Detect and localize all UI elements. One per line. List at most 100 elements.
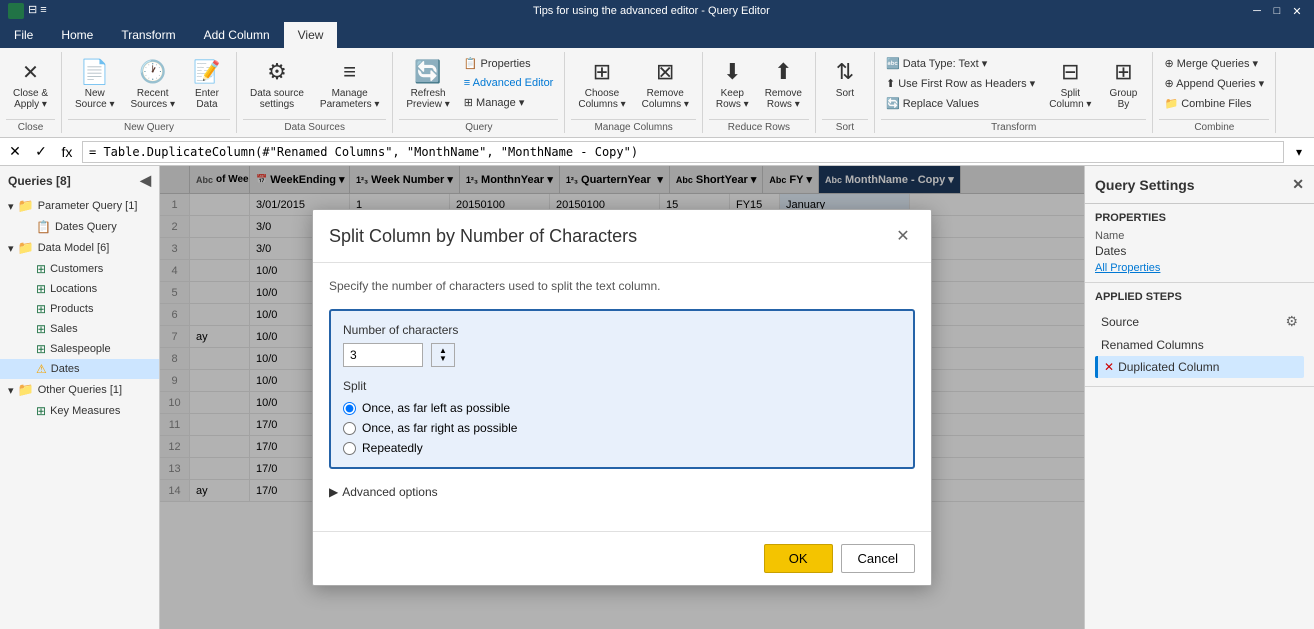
spinner-down[interactable]: ▼: [439, 355, 447, 363]
sort-button[interactable]: ⇅ Sort: [822, 52, 868, 103]
sidebar-item-dates[interactable]: ⚠ Dates: [0, 359, 159, 379]
step-duplicated-column[interactable]: ✕ Duplicated Column: [1095, 356, 1304, 378]
all-properties-link[interactable]: All Properties: [1095, 262, 1304, 274]
ok-button[interactable]: OK: [764, 544, 833, 573]
combine-files-button[interactable]: 📁 Combine Files: [1159, 94, 1269, 113]
data-source-settings-button[interactable]: ⚙ Data sourcesettings: [243, 52, 311, 114]
group-by-button[interactable]: ⊞ GroupBy: [1100, 52, 1146, 114]
name-prop-label: Name: [1095, 230, 1304, 242]
sidebar-group-other-label: Other Queries [1]: [38, 384, 122, 396]
main-area: Queries [8] ◀ ▾ 📁 Parameter Query [1] 📋 …: [0, 166, 1314, 629]
radio-repeatedly-input[interactable]: [343, 442, 356, 455]
step-delete-icon[interactable]: ✕: [1104, 360, 1114, 374]
advanced-editor-button[interactable]: ≡ Advanced Editor: [459, 74, 559, 92]
radio-once-right-input[interactable]: [343, 422, 356, 435]
cancel-button[interactable]: Cancel: [841, 544, 915, 573]
data-model-folder-icon: 📁: [18, 240, 34, 256]
formula-cancel-button[interactable]: ✕: [4, 141, 26, 163]
tab-view[interactable]: View: [284, 22, 338, 48]
enter-data-button[interactable]: 📝 EnterData: [184, 52, 230, 114]
sidebar-group-data-model-header[interactable]: ▾ 📁 Data Model [6]: [0, 237, 159, 259]
modal-config-section: Number of characters ▲ ▼ Split: [329, 309, 915, 469]
query-group-label: Query: [399, 119, 558, 133]
radio-once-left[interactable]: Once, as far left as possible: [343, 401, 901, 415]
num-chars-input[interactable]: [343, 343, 423, 367]
sidebar-group-parameter: ▾ 📁 Parameter Query [1] 📋 Dates Query: [0, 195, 159, 237]
radio-once-right[interactable]: Once, as far right as possible: [343, 421, 901, 435]
num-chars-label: Number of characters: [343, 323, 901, 337]
tab-add-column[interactable]: Add Column: [190, 22, 284, 48]
sidebar: Queries [8] ◀ ▾ 📁 Parameter Query [1] 📋 …: [0, 166, 160, 629]
ribbon-group-manage-columns: ⊞ ChooseColumns ▾ ⊠ RemoveColumns ▾ Mana…: [565, 52, 703, 133]
tab-home[interactable]: Home: [47, 22, 107, 48]
data-source-settings-icon: ⚙: [261, 56, 293, 88]
sidebar-item-key-measures[interactable]: ⊞ Key Measures: [0, 401, 159, 421]
data-type-button[interactable]: 🔤 Data Type: Text ▾: [881, 54, 1040, 73]
title-bar-menu[interactable]: ⊟ ≡: [28, 3, 47, 19]
modal-close-button[interactable]: ✕: [891, 224, 915, 248]
step-renamed-columns[interactable]: Renamed Columns: [1095, 334, 1304, 356]
tab-transform[interactable]: Transform: [107, 22, 189, 48]
sidebar-group-data-model-label: Data Model [6]: [38, 242, 110, 254]
choose-columns-button[interactable]: ⊞ ChooseColumns ▾: [571, 52, 632, 114]
sidebar-item-salespeople[interactable]: ⊞ Salespeople: [0, 339, 159, 359]
sidebar-collapse-button[interactable]: ◀: [140, 172, 151, 189]
formula-expand-button[interactable]: ▾: [1288, 141, 1310, 163]
refresh-preview-button[interactable]: 🔄 RefreshPreview ▾: [399, 52, 456, 114]
recent-sources-button[interactable]: 🕐 RecentSources ▾: [124, 52, 182, 114]
manage-parameters-button[interactable]: ≡ ManageParameters ▾: [313, 52, 386, 114]
step-source[interactable]: Source ⚙: [1095, 309, 1304, 334]
formula-input[interactable]: [82, 141, 1284, 163]
sidebar-item-products[interactable]: ⊞ Products: [0, 299, 159, 319]
grid-area: Abc of Week ▾ 📅 WeekEnding ▾ 1²₃ Week Nu…: [160, 166, 1084, 629]
formula-fx-button[interactable]: fx: [56, 141, 78, 163]
keep-rows-icon: ⬇: [716, 56, 748, 88]
sidebar-item-locations[interactable]: ⊞ Locations: [0, 279, 159, 299]
manage-columns-group-label: Manage Columns: [571, 119, 696, 133]
ribbon-group-close: ✕ Close &Apply ▾ Close: [0, 52, 62, 133]
sidebar-title: Queries [8]: [8, 174, 71, 188]
num-chars-spinner[interactable]: ▲ ▼: [431, 343, 455, 367]
tab-file[interactable]: File: [0, 22, 47, 48]
replace-values-button[interactable]: 🔄 Replace Values: [881, 94, 1040, 113]
remove-columns-button[interactable]: ⊠ RemoveColumns ▾: [635, 52, 696, 114]
keep-rows-button[interactable]: ⬇ KeepRows ▾: [709, 52, 756, 114]
modal-title: Split Column by Number of Characters: [329, 226, 637, 247]
merge-queries-button[interactable]: ⊕ Merge Queries ▾: [1159, 54, 1269, 73]
append-queries-button[interactable]: ⊕ Append Queries ▾: [1159, 74, 1269, 93]
radio-repeatedly[interactable]: Repeatedly: [343, 441, 901, 455]
new-source-button[interactable]: 📄 NewSource ▾: [68, 52, 121, 114]
formula-confirm-button[interactable]: ✓: [30, 141, 52, 163]
radio-once-left-input[interactable]: [343, 402, 356, 415]
split-column-button[interactable]: ⊟ SplitColumn ▾: [1042, 52, 1098, 114]
close-apply-button[interactable]: ✕ Close &Apply ▾: [6, 52, 55, 114]
sidebar-header: Queries [8] ◀: [0, 166, 159, 195]
properties-button[interactable]: 📋 Properties: [459, 54, 559, 73]
step-renamed-columns-label: Renamed Columns: [1101, 338, 1204, 352]
maximize-button[interactable]: □: [1268, 3, 1286, 19]
remove-rows-button[interactable]: ⬆ RemoveRows ▾: [758, 52, 809, 114]
sidebar-group-other-header[interactable]: ▾ 📁 Other Queries [1]: [0, 379, 159, 401]
locations-label: Locations: [50, 283, 97, 295]
advanced-options-label: Advanced options: [342, 485, 437, 499]
step-source-gear[interactable]: ⚙: [1285, 313, 1298, 330]
split-column-modal: Split Column by Number of Characters ✕ S…: [312, 209, 932, 586]
close-window-button[interactable]: ✕: [1288, 3, 1306, 19]
products-label: Products: [50, 303, 93, 315]
sidebar-item-dates-query[interactable]: 📋 Dates Query: [0, 217, 159, 237]
right-panel-close-button[interactable]: ✕: [1292, 176, 1304, 193]
ribbon-group-sort: ⇅ Sort Sort: [816, 52, 875, 133]
manage-button[interactable]: ⊞ Manage ▾: [459, 93, 559, 112]
first-row-headers-button[interactable]: ⬆ Use First Row as Headers ▾: [881, 74, 1040, 93]
sidebar-item-customers[interactable]: ⊞ Customers: [0, 259, 159, 279]
reduce-rows-group-label: Reduce Rows: [709, 119, 809, 133]
new-source-icon: 📄: [79, 56, 111, 88]
minimize-button[interactable]: ─: [1248, 3, 1266, 19]
advanced-options-toggle[interactable]: ▶ Advanced options: [329, 485, 915, 499]
sidebar-group-parameter-header[interactable]: ▾ 📁 Parameter Query [1]: [0, 195, 159, 217]
sales-icon: ⊞: [36, 322, 46, 336]
sidebar-item-sales[interactable]: ⊞ Sales: [0, 319, 159, 339]
close-apply-icon: ✕: [15, 56, 47, 88]
sidebar-group-parameter-label: Parameter Query [1]: [38, 200, 138, 212]
properties-section-title: PROPERTIES: [1095, 212, 1304, 224]
